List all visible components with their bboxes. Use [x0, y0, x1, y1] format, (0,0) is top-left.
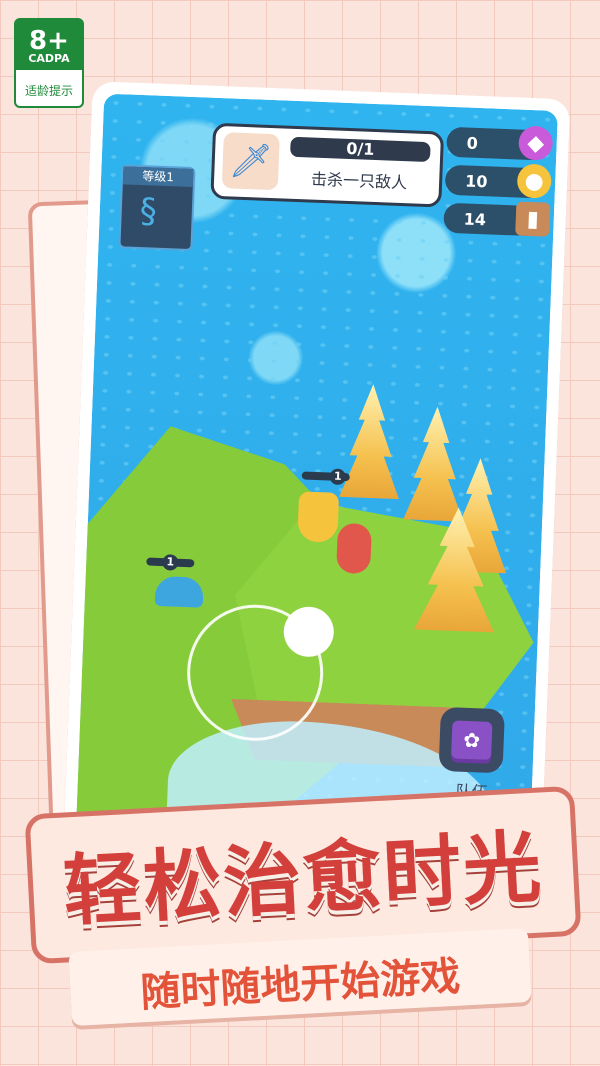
game-screen[interactable]: 1 1 🗡 0/1 击杀一只敌人 0 ◆ 10 ● 14 ▮ 等级1 § ✿	[76, 93, 558, 847]
age-rating-badge: 8+ CADPA 适龄提示	[14, 18, 84, 108]
quest-progress: 0/1	[290, 136, 431, 163]
resource-coins: 10 ●	[444, 163, 552, 199]
age-rating-org: CADPA	[28, 52, 70, 65]
banner-title: 轻松治愈时光	[61, 822, 546, 938]
phone-frame: 1 1 🗡 0/1 击杀一只敌人 0 ◆ 10 ● 14 ▮ 等级1 § ✿	[63, 81, 571, 859]
age-rating-top: 8+ CADPA	[16, 20, 82, 70]
level-label: 等级1	[122, 166, 194, 188]
coin-count: 10	[464, 171, 488, 192]
wood-icon: ▮	[515, 201, 551, 237]
team-button[interactable]: ✿	[438, 706, 505, 774]
team-book-icon: ✿	[451, 720, 493, 760]
resource-wood: 14 ▮	[443, 201, 551, 237]
quest-panel: 🗡 0/1 击杀一只敌人	[210, 122, 445, 208]
serpent-icon: §	[139, 191, 158, 232]
banner-subtitle: 随时随地开始游戏	[139, 953, 462, 1017]
age-rating-note: 适龄提示	[24, 84, 73, 98]
quest-task-text: 击杀一只敌人	[310, 169, 408, 193]
resource-gems: 0 ◆	[446, 125, 554, 161]
age-rating-number: 8+	[29, 26, 69, 56]
gem-count: 0	[466, 133, 479, 153]
wood-count: 14	[463, 209, 487, 230]
sword-icon: 🗡	[221, 132, 280, 191]
hero-character[interactable]	[297, 491, 340, 543]
level-card[interactable]: 等级1 §	[118, 164, 196, 252]
enemy-worm[interactable]	[336, 522, 372, 575]
